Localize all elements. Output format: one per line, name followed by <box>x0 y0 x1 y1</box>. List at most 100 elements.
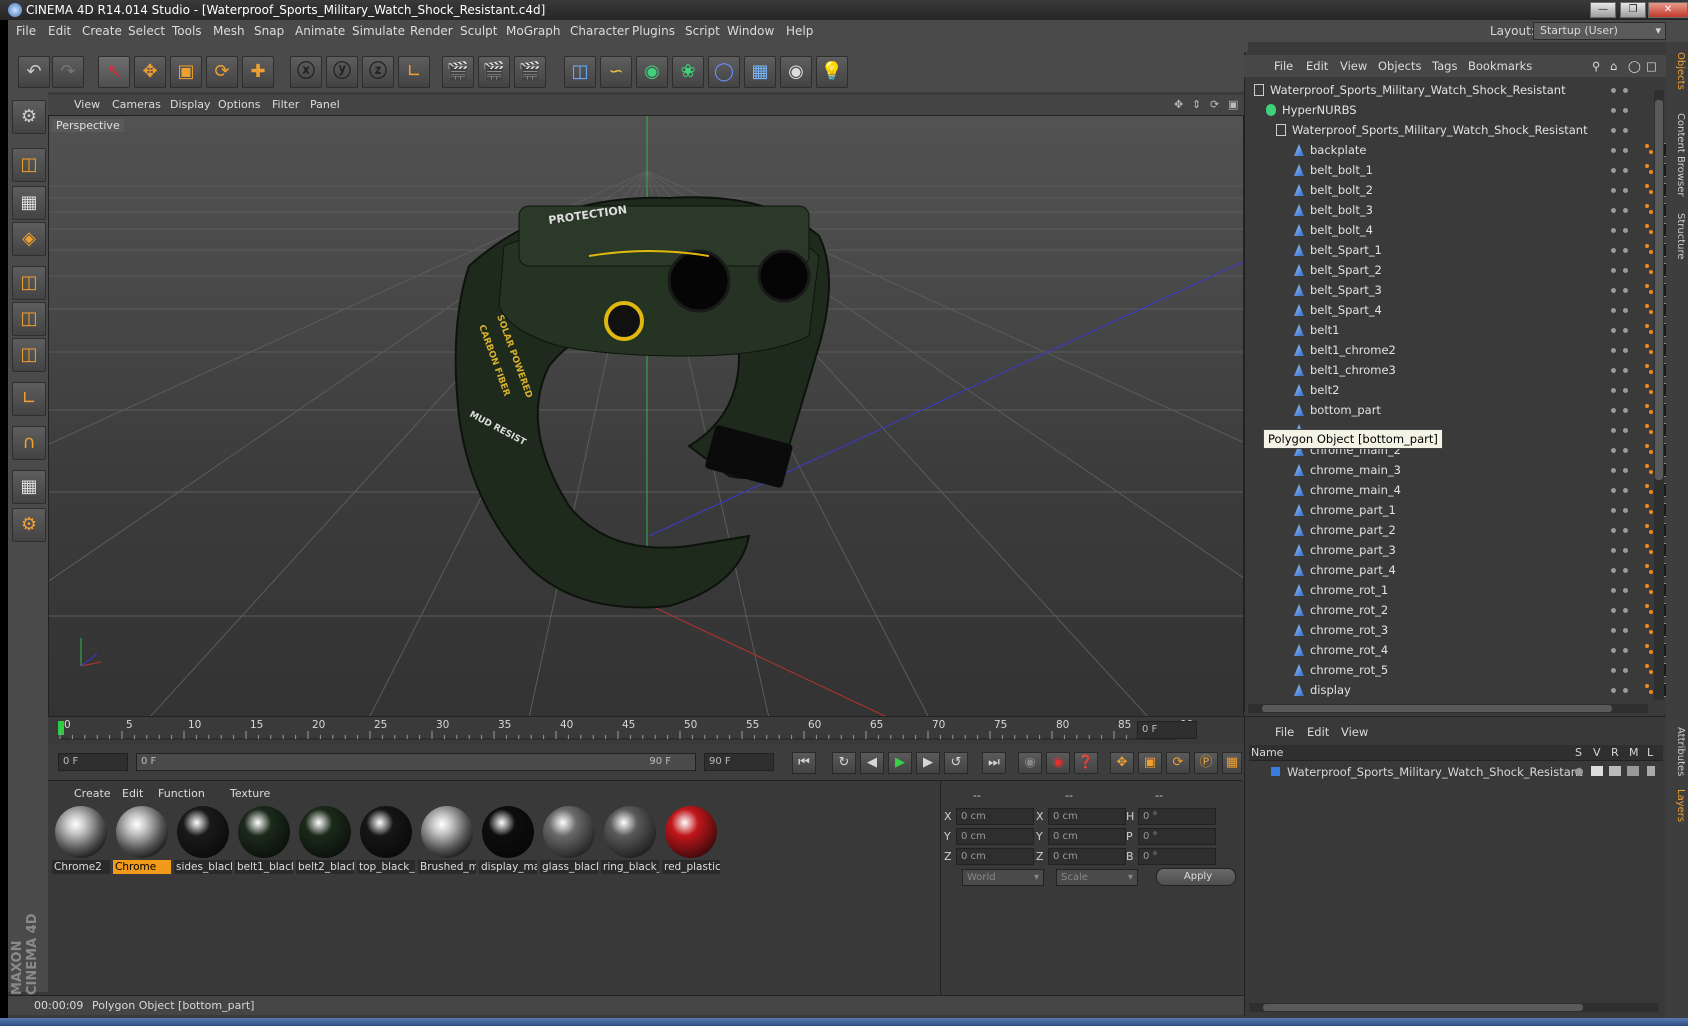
phong-tag-icon[interactable] <box>1649 190 1653 194</box>
phong-tag-icon[interactable] <box>1645 144 1649 148</box>
phong-tag-icon[interactable] <box>1649 510 1653 514</box>
material-menu-function[interactable]: Function <box>158 787 205 800</box>
edges-mode-icon[interactable]: ◫ <box>12 302 46 336</box>
render-visibility-toggle[interactable] <box>1623 488 1628 493</box>
phong-tag-icon[interactable] <box>1649 530 1653 534</box>
objects-menu-tags[interactable]: Tags <box>1432 59 1457 73</box>
model-mode-icon[interactable]: ◫ <box>12 148 46 182</box>
render-visibility-toggle[interactable] <box>1623 408 1628 413</box>
coord-value-field[interactable]: 0 ° <box>1138 808 1216 825</box>
workplane-icon[interactable]: ◈ <box>12 222 46 256</box>
material-menu-texture[interactable]: Texture <box>230 787 270 800</box>
phong-tag-icon[interactable] <box>1645 204 1649 208</box>
move-tool-icon[interactable]: ✥ <box>134 56 166 88</box>
make-editable-icon[interactable]: ⚙ <box>12 100 46 134</box>
phong-tag-icon[interactable] <box>1649 690 1653 694</box>
objects-menu-bookmarks[interactable]: Bookmarks <box>1468 59 1532 73</box>
layer-color-swatch[interactable] <box>1271 767 1280 776</box>
layer-manager-icon[interactable] <box>1627 766 1639 776</box>
restore-button[interactable]: ❐ <box>1620 2 1646 18</box>
phong-tag-icon[interactable] <box>1645 344 1649 348</box>
next-frame-icon[interactable]: ▶ <box>916 752 940 774</box>
phong-tag-icon[interactable] <box>1649 630 1653 634</box>
menu-help[interactable]: Help <box>786 24 813 38</box>
phong-tag-icon[interactable] <box>1649 370 1653 374</box>
objects-scrollbar-thumb[interactable] <box>1655 100 1663 480</box>
minimize-button[interactable]: — <box>1590 2 1616 18</box>
phong-tag-icon[interactable] <box>1649 390 1653 394</box>
coord-value-field[interactable]: 0 cm <box>1048 848 1126 865</box>
editor-visibility-toggle[interactable] <box>1611 468 1616 473</box>
render-visibility-toggle[interactable] <box>1623 148 1628 153</box>
render-visibility-toggle[interactable] <box>1623 388 1628 393</box>
editor-visibility-toggle[interactable] <box>1611 648 1616 653</box>
objects-menu-view[interactable]: View <box>1340 59 1367 73</box>
render-picture-viewer-icon[interactable]: 🎬 <box>478 56 510 88</box>
objects-menu-edit[interactable]: Edit <box>1306 59 1328 73</box>
render-visibility-toggle[interactable] <box>1623 428 1628 433</box>
key-parameter-icon[interactable]: Ⓟ <box>1194 752 1218 774</box>
editor-visibility-toggle[interactable] <box>1611 168 1616 173</box>
editor-visibility-toggle[interactable] <box>1611 128 1616 133</box>
editor-visibility-toggle[interactable] <box>1611 548 1616 553</box>
phong-tag-icon[interactable] <box>1649 430 1653 434</box>
editor-visibility-toggle[interactable] <box>1611 228 1616 233</box>
key-rotation-icon[interactable]: ⟳ <box>1166 752 1190 774</box>
x-axis-lock-icon[interactable]: ⓧ <box>290 56 322 88</box>
apply-button[interactable]: Apply <box>1156 868 1236 886</box>
render-visibility-toggle[interactable] <box>1623 108 1628 113</box>
lock-workplane-icon[interactable]: ⚙ <box>12 508 46 542</box>
layer-row[interactable]: Waterproof_Sports_Military_Watch_Shock_R… <box>1249 763 1663 781</box>
previous-frame-icon[interactable]: ◀ <box>860 752 884 774</box>
phong-tag-icon[interactable] <box>1649 450 1653 454</box>
phong-tag-icon[interactable] <box>1645 464 1649 468</box>
go-to-start-icon[interactable]: ⏮ <box>792 752 816 774</box>
objects-scrollbar[interactable] <box>1654 90 1664 700</box>
end-frame-field[interactable]: 90 F <box>704 753 774 771</box>
editor-visibility-toggle[interactable] <box>1611 308 1616 313</box>
phong-tag-icon[interactable] <box>1645 504 1649 508</box>
editor-visibility-toggle[interactable] <box>1611 528 1616 533</box>
phong-tag-icon[interactable] <box>1645 604 1649 608</box>
viewport-menu-panel[interactable]: Panel <box>310 98 340 111</box>
menu-animate[interactable]: Animate <box>295 24 345 38</box>
tab-content-browser[interactable]: Content Browser <box>1668 110 1686 200</box>
phong-tag-icon[interactable] <box>1645 584 1649 588</box>
layout-dropdown[interactable]: Startup (User) ▾ <box>1533 22 1666 40</box>
objects-hscrollbar[interactable] <box>1248 704 1648 713</box>
phong-tag-icon[interactable] <box>1645 184 1649 188</box>
phong-tag-icon[interactable] <box>1649 150 1653 154</box>
render-visibility-toggle[interactable] <box>1623 528 1628 533</box>
phong-tag-icon[interactable] <box>1645 564 1649 568</box>
phong-tag-icon[interactable] <box>1645 224 1649 228</box>
viewport-menu-filter[interactable]: Filter <box>272 98 299 111</box>
editor-visibility-toggle[interactable] <box>1611 188 1616 193</box>
coordinate-system-icon[interactable]: ∟ <box>398 56 430 88</box>
phong-tag-icon[interactable] <box>1645 684 1649 688</box>
editor-visibility-toggle[interactable] <box>1611 568 1616 573</box>
tweak-mode-icon[interactable]: ∩ <box>12 426 46 460</box>
menu-render[interactable]: Render <box>410 24 453 38</box>
record-keys-icon[interactable]: ◉ <box>1018 752 1042 774</box>
filter-icon[interactable]: ◯ <box>1628 59 1641 73</box>
nurbs-icon[interactable]: ◉ <box>636 56 668 88</box>
material-swatch[interactable]: display_ma <box>479 803 537 875</box>
render-visibility-toggle[interactable] <box>1623 668 1628 673</box>
render-visibility-toggle[interactable] <box>1623 128 1628 133</box>
layer-lock-icon[interactable] <box>1647 766 1655 776</box>
menu-simulate[interactable]: Simulate <box>352 24 405 38</box>
editor-visibility-toggle[interactable] <box>1611 408 1616 413</box>
render-visibility-toggle[interactable] <box>1623 508 1628 513</box>
material-swatch[interactable]: red_plastic <box>662 803 720 875</box>
editor-visibility-toggle[interactable] <box>1611 668 1616 673</box>
render-visibility-toggle[interactable] <box>1623 288 1628 293</box>
render-visibility-toggle[interactable] <box>1623 88 1628 93</box>
material-swatch[interactable]: Chrome <box>113 803 171 875</box>
maximize-view-icon[interactable]: ▣ <box>1228 98 1238 111</box>
render-visibility-toggle[interactable] <box>1623 468 1628 473</box>
viewport-menu-display[interactable]: Display <box>170 98 211 111</box>
phong-tag-icon[interactable] <box>1645 544 1649 548</box>
go-to-end-icon[interactable]: ⏭ <box>982 752 1006 774</box>
render-settings-icon[interactable]: 🎬 <box>514 56 546 88</box>
editor-visibility-toggle[interactable] <box>1611 88 1616 93</box>
